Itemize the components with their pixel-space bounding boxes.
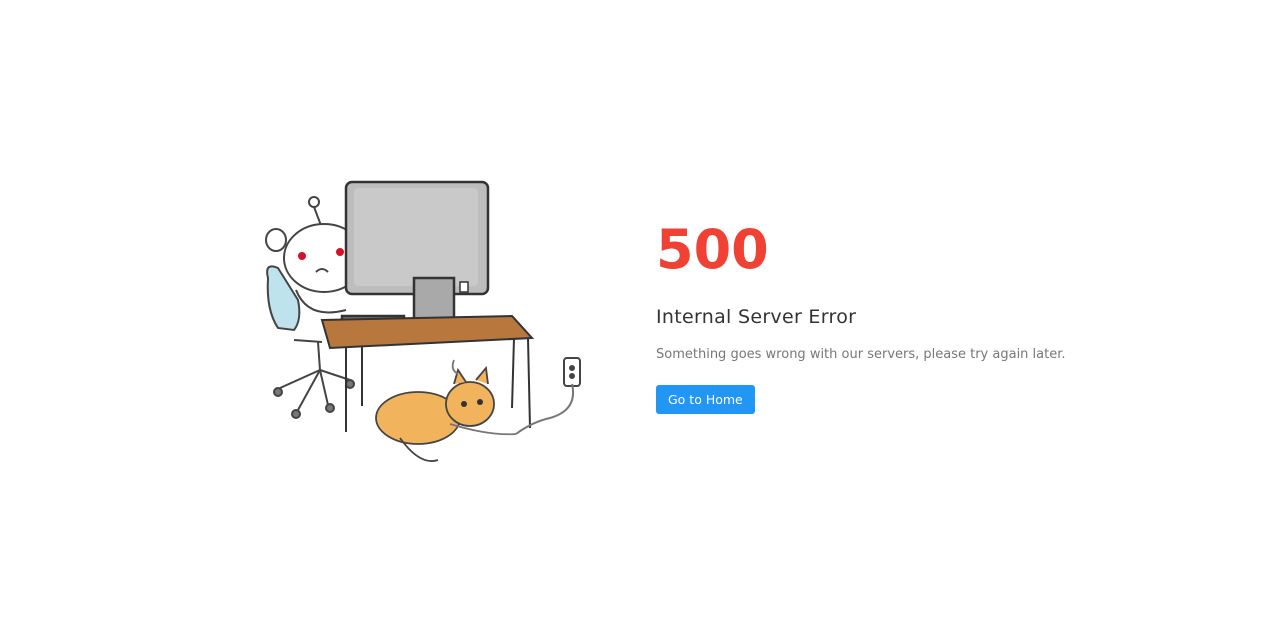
robot-at-computer-with-cat-illustration: [250, 170, 590, 480]
error-content: 500 Internal Server Error Something goes…: [656, 218, 1216, 414]
go-to-home-button[interactable]: Go to Home: [656, 385, 755, 414]
error-code: 500: [656, 218, 769, 281]
cat-icon: [375, 359, 517, 462]
monitor-icon: [340, 180, 490, 329]
error-description: Something goes wrong with our servers, p…: [656, 347, 1066, 362]
error-title: Internal Server Error: [656, 306, 857, 328]
error-page: 500 Internal Server Error Something goes…: [0, 0, 1280, 640]
wall-outlet-icon: [515, 357, 581, 435]
